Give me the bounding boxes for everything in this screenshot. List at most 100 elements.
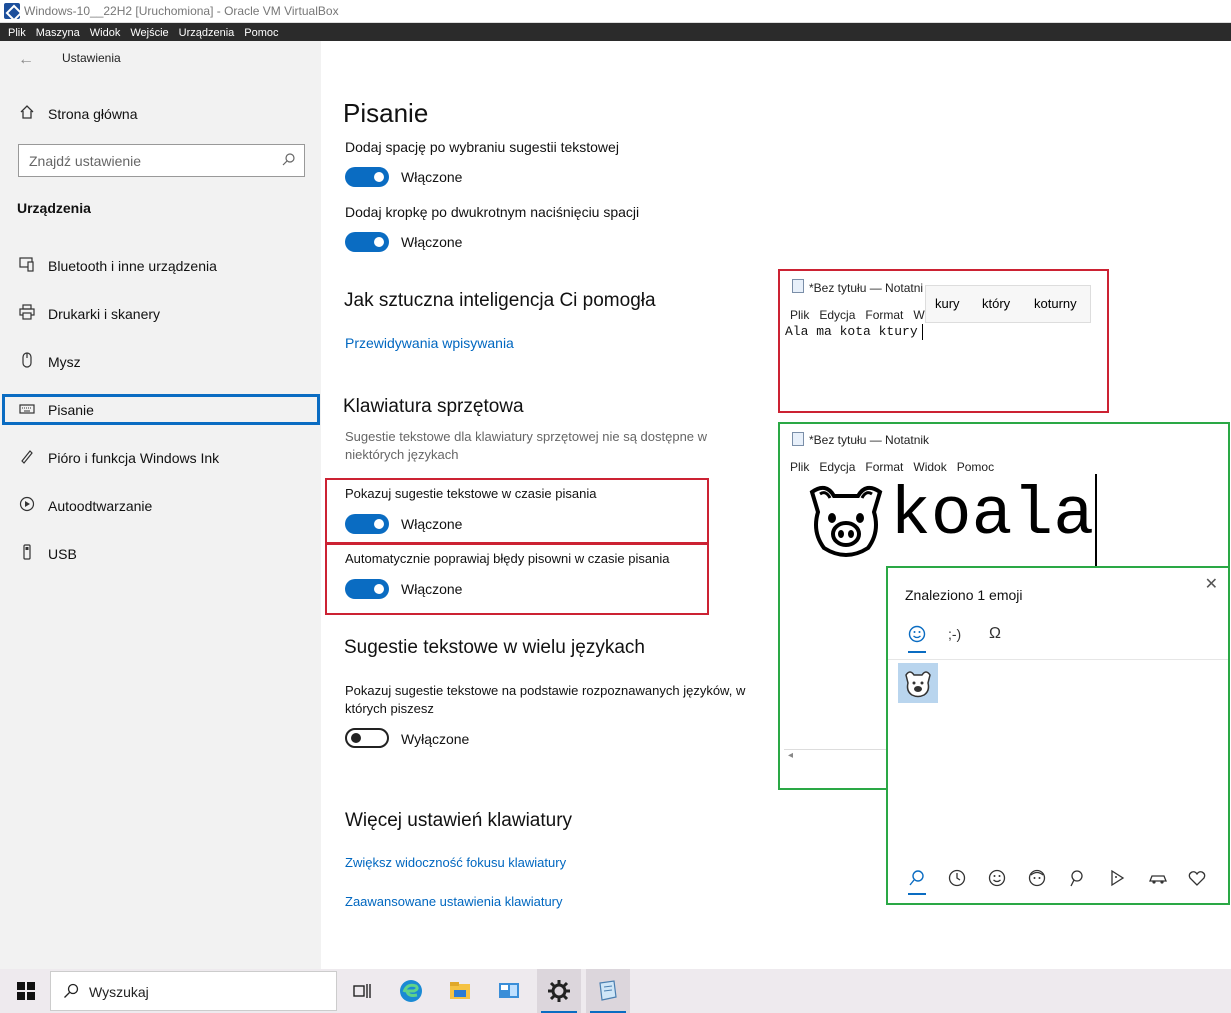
sidebar-item-label: Drukarki i skanery bbox=[48, 306, 161, 322]
settings-search-input[interactable]: Znajdź ustawienie bbox=[18, 144, 305, 177]
vbox-titlebar: Windows-10__22H2 [Uruchomiona] - Oracle … bbox=[0, 0, 1231, 23]
sidebar-item-mouse[interactable]: Mysz bbox=[0, 347, 321, 377]
emoji-panel: ✕ Znaleziono 1 emoji ;-) Ω bbox=[886, 566, 1230, 905]
celebration-icon[interactable] bbox=[1068, 869, 1086, 887]
opt-multi-label-line2: których piszesz bbox=[345, 701, 434, 716]
suggestion-kury[interactable]: kury bbox=[935, 296, 960, 311]
opt-space-toggle[interactable] bbox=[345, 167, 389, 187]
pen-icon bbox=[18, 448, 36, 466]
opt-multi-toggle[interactable] bbox=[345, 728, 389, 748]
vbox-menu-pomoc[interactable]: Pomoc bbox=[239, 25, 283, 39]
keyboard-icon bbox=[18, 401, 36, 419]
close-icon[interactable]: ✕ bbox=[1205, 574, 1218, 594]
symbols-tab-icon[interactable]: Ω bbox=[989, 625, 1001, 643]
focus-visibility-link[interactable]: Zwiększ widoczność fokusu klawiatury bbox=[345, 855, 566, 870]
notepad2-text[interactable]: koala bbox=[890, 476, 1094, 556]
emoji-tab-icon[interactable] bbox=[908, 625, 926, 643]
np1-menu-widok[interactable]: W bbox=[913, 308, 924, 322]
taskbar-search-input[interactable]: Wyszukaj bbox=[50, 971, 337, 1011]
scroll-left-icon[interactable]: ◂ bbox=[788, 750, 793, 761]
app-title: Ustawienia bbox=[62, 51, 121, 65]
clock-icon[interactable] bbox=[948, 869, 966, 887]
sidebar-item-label: Autoodtwarzanie bbox=[48, 498, 153, 514]
sidebar-item-typing[interactable]: Pisanie bbox=[2, 394, 320, 425]
np2-menu-plik[interactable]: Plik bbox=[790, 460, 809, 474]
kaomoji-tab[interactable]: ;-) bbox=[948, 626, 961, 642]
taskbar: Wyszukaj bbox=[0, 969, 1231, 1013]
active-tab-indicator bbox=[908, 651, 926, 653]
sidebar-item-usb[interactable]: USB bbox=[0, 539, 321, 569]
opt-space-state: Włączone bbox=[401, 169, 463, 185]
mouse-icon bbox=[18, 352, 36, 370]
notepad1-text[interactable]: Ala ma kota ktury bbox=[785, 324, 918, 339]
smiley-icon[interactable] bbox=[988, 869, 1006, 887]
edge-browser-icon[interactable] bbox=[399, 979, 423, 1003]
opt-period-state: Włączone bbox=[401, 234, 463, 250]
opt-space-label: Dodaj spację po wybraniu sugestii teksto… bbox=[345, 139, 619, 155]
ai-heading: Jak sztuczna inteligencja Ci pomogła bbox=[344, 290, 656, 311]
opt-period-toggle[interactable] bbox=[345, 232, 389, 252]
np2-menu-widok[interactable]: Widok bbox=[913, 460, 946, 474]
notepad-icon bbox=[792, 279, 804, 293]
sidebar-item-label: Pióro i funkcja Windows Ink bbox=[48, 450, 220, 466]
notepad-taskbar-button[interactable] bbox=[586, 969, 630, 1013]
vbox-menu-urzadzenia[interactable]: Urządzenia bbox=[174, 25, 240, 39]
vbox-menu-maszyna[interactable]: Maszyna bbox=[31, 25, 85, 39]
opt-show-suggest-state: Włączone bbox=[401, 516, 463, 532]
printer-icon bbox=[18, 304, 36, 322]
suggestion-koturny[interactable]: koturny bbox=[1034, 296, 1077, 311]
back-arrow-icon[interactable]: ← bbox=[18, 51, 34, 69]
usb-icon bbox=[18, 544, 36, 562]
car-icon[interactable] bbox=[1148, 869, 1168, 887]
sidebar-item-autoplay[interactable]: Autoodtwarzanie bbox=[0, 491, 321, 521]
advanced-keyboard-link[interactable]: Zaawansowane ustawienia klawiatury bbox=[345, 894, 563, 909]
virtualbox-icon bbox=[4, 3, 20, 19]
sidebar-item-bluetooth[interactable]: Bluetooth i inne urządzenia bbox=[0, 251, 321, 281]
suggestion-ktory[interactable]: który bbox=[982, 296, 1010, 311]
heart-icon[interactable] bbox=[1188, 869, 1206, 887]
horizontal-scrollbar[interactable]: ◂ bbox=[784, 749, 888, 765]
search-icon bbox=[63, 983, 79, 999]
sidebar-item-label: USB bbox=[48, 546, 77, 562]
vbox-menu-plik[interactable]: Plik bbox=[0, 25, 31, 39]
search-icon[interactable] bbox=[282, 152, 296, 166]
np1-menu-plik[interactable]: Plik bbox=[790, 308, 809, 322]
windows-start-icon[interactable] bbox=[17, 982, 35, 1000]
autoplay-icon bbox=[18, 496, 36, 514]
np2-menu-pomoc[interactable]: Pomoc bbox=[957, 460, 994, 474]
typing-insights-link[interactable]: Przewidywania wpisywania bbox=[345, 335, 514, 351]
food-icon[interactable] bbox=[1108, 869, 1126, 887]
vbox-title: Windows-10__22H2 [Uruchomiona] - Oracle … bbox=[24, 4, 339, 18]
search-icon[interactable] bbox=[908, 869, 926, 887]
opt-autocorrect-label: Automatycznie poprawiaj błędy pisowni w … bbox=[345, 551, 670, 566]
task-view-icon[interactable] bbox=[350, 979, 374, 1003]
np1-menu-format[interactable]: Format bbox=[865, 308, 903, 322]
notepad2-menubar: Plik Edycja Format Widok Pomoc bbox=[790, 458, 1004, 476]
file-explorer-icon[interactable] bbox=[448, 979, 472, 1003]
np1-menu-edycja[interactable]: Edycja bbox=[819, 308, 855, 322]
sidebar-item-printers[interactable]: Drukarki i skanery bbox=[0, 299, 321, 329]
vbox-menu-widok[interactable]: Widok bbox=[85, 25, 126, 39]
page-title: Pisanie bbox=[343, 98, 429, 128]
people-icon[interactable] bbox=[1028, 869, 1046, 887]
vbox-menu-wejscie[interactable]: Wejście bbox=[125, 25, 173, 39]
notepad2-title: *Bez tytułu — Notatnik bbox=[809, 433, 930, 447]
np2-menu-edycja[interactable]: Edycja bbox=[819, 460, 855, 474]
notepad-window-1: *Bez tytułu — Notatni Plik Edycja Format W … bbox=[778, 269, 1109, 413]
settings-taskbar-button[interactable] bbox=[537, 969, 581, 1013]
opt-show-suggest-toggle[interactable] bbox=[345, 514, 389, 534]
divider bbox=[888, 659, 1228, 660]
sidebar-item-pen[interactable]: Pióro i funkcja Windows Ink bbox=[0, 443, 321, 473]
np2-menu-format[interactable]: Format bbox=[865, 460, 903, 474]
sidebar-item-label: Pisanie bbox=[48, 402, 94, 418]
opt-autocorrect-toggle[interactable] bbox=[345, 579, 389, 599]
sidebar-item-label: Bluetooth i inne urządzenia bbox=[48, 258, 217, 274]
sidebar-item-label: Mysz bbox=[48, 354, 81, 370]
suggestion-bar: kury który koturny bbox=[925, 285, 1091, 323]
control-panel-icon[interactable] bbox=[497, 979, 521, 1003]
hw-note-line1: Sugestie tekstowe dla klawiatury sprzęto… bbox=[345, 429, 708, 444]
emoji-result-koala[interactable] bbox=[898, 663, 938, 703]
hw-note-line2: niektórych językach bbox=[345, 447, 459, 462]
opt-period-label: Dodaj kropkę po dwukrotnym naciśnięciu s… bbox=[345, 204, 640, 220]
nav-home[interactable]: Strona główna bbox=[0, 99, 321, 129]
